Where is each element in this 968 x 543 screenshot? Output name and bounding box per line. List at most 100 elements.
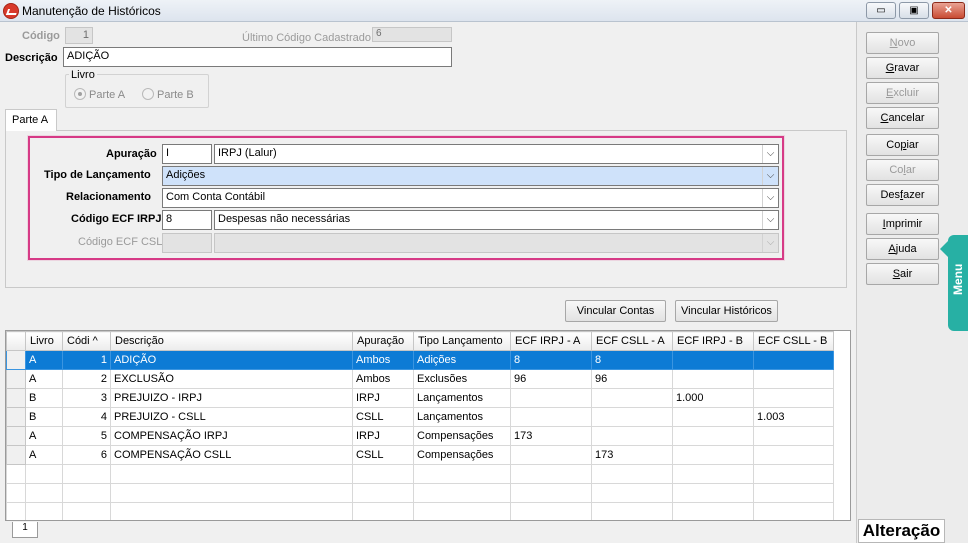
column-header[interactable]: Livro bbox=[25, 331, 63, 351]
menu-tab[interactable]: Menu bbox=[940, 235, 968, 331]
table-cell[interactable]: 2 bbox=[62, 369, 111, 389]
table-cell[interactable]: Adições bbox=[413, 350, 511, 370]
novo-button[interactable]: Novo bbox=[866, 32, 939, 54]
descricao-input[interactable]: ADIÇÃO bbox=[63, 47, 452, 67]
table-cell[interactable] bbox=[753, 388, 834, 408]
table-cell[interactable]: 96 bbox=[510, 369, 592, 389]
ajuda-button[interactable]: Ajuda bbox=[866, 238, 939, 260]
apuracao-code-input[interactable]: I bbox=[162, 144, 212, 164]
row-indicator[interactable] bbox=[6, 445, 26, 465]
row-indicator[interactable] bbox=[6, 426, 26, 446]
table-cell[interactable]: 96 bbox=[591, 369, 673, 389]
table-cell[interactable]: Ambos bbox=[352, 369, 414, 389]
table-row[interactable]: A 2 EXCLUSÃO Ambos Exclusões 96 96 bbox=[6, 369, 834, 389]
table-cell[interactable] bbox=[672, 426, 754, 446]
table-cell[interactable]: COMPENSAÇÃO CSLL bbox=[110, 445, 353, 465]
chevron-down-icon[interactable]: ⌵ bbox=[762, 167, 778, 185]
radio-parte-a[interactable]: Parte A bbox=[74, 88, 125, 101]
copiar-button[interactable]: Copiar bbox=[866, 134, 939, 156]
tipo-lancamento-select[interactable]: Adições ⌵ bbox=[162, 166, 779, 186]
table-cell[interactable]: EXCLUSÃO bbox=[110, 369, 353, 389]
table-cell[interactable]: 1.000 bbox=[672, 388, 754, 408]
table-cell[interactable]: Compensações bbox=[413, 426, 511, 446]
table-row[interactable]: A 1 ADIÇÃO Ambos Adições 8 8 bbox=[6, 350, 834, 370]
table-cell[interactable] bbox=[672, 350, 754, 370]
table-cell[interactable]: 8 bbox=[510, 350, 592, 370]
table-cell[interactable]: B bbox=[25, 407, 63, 427]
table-cell[interactable]: 173 bbox=[591, 445, 673, 465]
excluir-button[interactable]: Excluir bbox=[866, 82, 939, 104]
table-cell[interactable] bbox=[591, 388, 673, 408]
table-cell[interactable]: Lançamentos bbox=[413, 388, 511, 408]
table-cell[interactable]: 3 bbox=[62, 388, 111, 408]
restore-button[interactable]: ▣ bbox=[899, 2, 929, 19]
table-cell[interactable]: 6 bbox=[62, 445, 111, 465]
table-cell[interactable]: 5 bbox=[62, 426, 111, 446]
codigo-field[interactable]: 1 bbox=[65, 27, 93, 44]
imprimir-button[interactable]: Imprimir bbox=[866, 213, 939, 235]
table-cell[interactable]: Ambos bbox=[352, 350, 414, 370]
codigo-ecf-irpj-code-input[interactable]: 8 bbox=[162, 210, 212, 230]
column-header[interactable]: ECF IRPJ - B bbox=[672, 331, 754, 351]
vincular-contas-button[interactable]: Vincular Contas bbox=[565, 300, 666, 322]
column-header[interactable]: ECF IRPJ - A bbox=[510, 331, 592, 351]
table-cell[interactable]: 173 bbox=[510, 426, 592, 446]
table-cell[interactable]: 1.003 bbox=[753, 407, 834, 427]
table-row[interactable]: A 5 COMPENSAÇÃO IRPJ IRPJ Compensações 173 bbox=[6, 426, 834, 446]
table-cell[interactable]: A bbox=[25, 426, 63, 446]
table-cell[interactable]: CSLL bbox=[352, 445, 414, 465]
row-indicator[interactable] bbox=[6, 369, 26, 389]
table-cell[interactable] bbox=[510, 388, 592, 408]
column-header[interactable]: Apuração bbox=[352, 331, 414, 351]
table-cell[interactable] bbox=[672, 407, 754, 427]
table-cell[interactable]: A bbox=[25, 350, 63, 370]
table-row[interactable]: B 3 PREJUIZO - IRPJ IRPJ Lançamentos 1.000 bbox=[6, 388, 834, 408]
table-cell[interactable] bbox=[510, 407, 592, 427]
table-cell[interactable]: Lançamentos bbox=[413, 407, 511, 427]
table-cell[interactable]: CSLL bbox=[352, 407, 414, 427]
table-cell[interactable]: PREJUIZO - CSLL bbox=[110, 407, 353, 427]
table-cell[interactable]: A bbox=[25, 369, 63, 389]
table-cell[interactable]: B bbox=[25, 388, 63, 408]
table-cell[interactable]: 8 bbox=[591, 350, 673, 370]
table-row[interactable]: A 6 COMPENSAÇÃO CSLL CSLL Compensações 173 bbox=[6, 445, 834, 465]
table-cell[interactable]: Compensações bbox=[413, 445, 511, 465]
codigo-ecf-irpj-select[interactable]: Despesas não necessárias ⌵ bbox=[214, 210, 779, 230]
column-header[interactable]: ECF CSLL - B bbox=[753, 331, 834, 351]
table-cell[interactable]: Exclusões bbox=[413, 369, 511, 389]
minimize-button[interactable]: ▭ bbox=[866, 2, 896, 19]
table-cell[interactable]: PREJUIZO - IRPJ bbox=[110, 388, 353, 408]
table-cell[interactable] bbox=[672, 445, 754, 465]
table-cell[interactable]: ADIÇÃO bbox=[110, 350, 353, 370]
chevron-down-icon[interactable]: ⌵ bbox=[762, 189, 778, 207]
table-cell[interactable] bbox=[753, 445, 834, 465]
row-indicator[interactable] bbox=[6, 388, 26, 408]
vincular-historicos-button[interactable]: Vincular Históricos bbox=[675, 300, 778, 322]
gravar-button[interactable]: Gravar bbox=[866, 57, 939, 79]
column-header[interactable]: Tipo Lançamento bbox=[413, 331, 511, 351]
row-indicator[interactable] bbox=[6, 350, 26, 370]
table-cell[interactable]: COMPENSAÇÃO IRPJ bbox=[110, 426, 353, 446]
table-cell[interactable]: 4 bbox=[62, 407, 111, 427]
row-indicator[interactable] bbox=[6, 407, 26, 427]
table-cell[interactable] bbox=[591, 426, 673, 446]
table-cell[interactable] bbox=[753, 369, 834, 389]
column-header[interactable]: Códi ^ bbox=[62, 331, 111, 351]
close-button[interactable]: ✕ bbox=[932, 2, 965, 19]
radio-parte-b[interactable]: Parte B bbox=[142, 88, 194, 101]
apuracao-select[interactable]: IRPJ (Lalur) ⌵ bbox=[214, 144, 779, 164]
colar-button[interactable]: Colar bbox=[866, 159, 939, 181]
table-cell[interactable]: IRPJ bbox=[352, 426, 414, 446]
table-cell[interactable] bbox=[672, 369, 754, 389]
table-cell[interactable] bbox=[510, 445, 592, 465]
table-row[interactable]: B 4 PREJUIZO - CSLL CSLL Lançamentos 1.003 bbox=[6, 407, 834, 427]
table-cell[interactable] bbox=[753, 350, 834, 370]
page-tab[interactable]: 1 bbox=[12, 522, 38, 538]
table-cell[interactable] bbox=[591, 407, 673, 427]
chevron-down-icon[interactable]: ⌵ bbox=[762, 211, 778, 229]
column-header[interactable]: ECF CSLL - A bbox=[591, 331, 673, 351]
desfazer-button[interactable]: Desfazer bbox=[866, 184, 939, 206]
table-cell[interactable] bbox=[753, 426, 834, 446]
table-cell[interactable]: IRPJ bbox=[352, 388, 414, 408]
tab-parte-a[interactable]: Parte A bbox=[5, 109, 57, 131]
